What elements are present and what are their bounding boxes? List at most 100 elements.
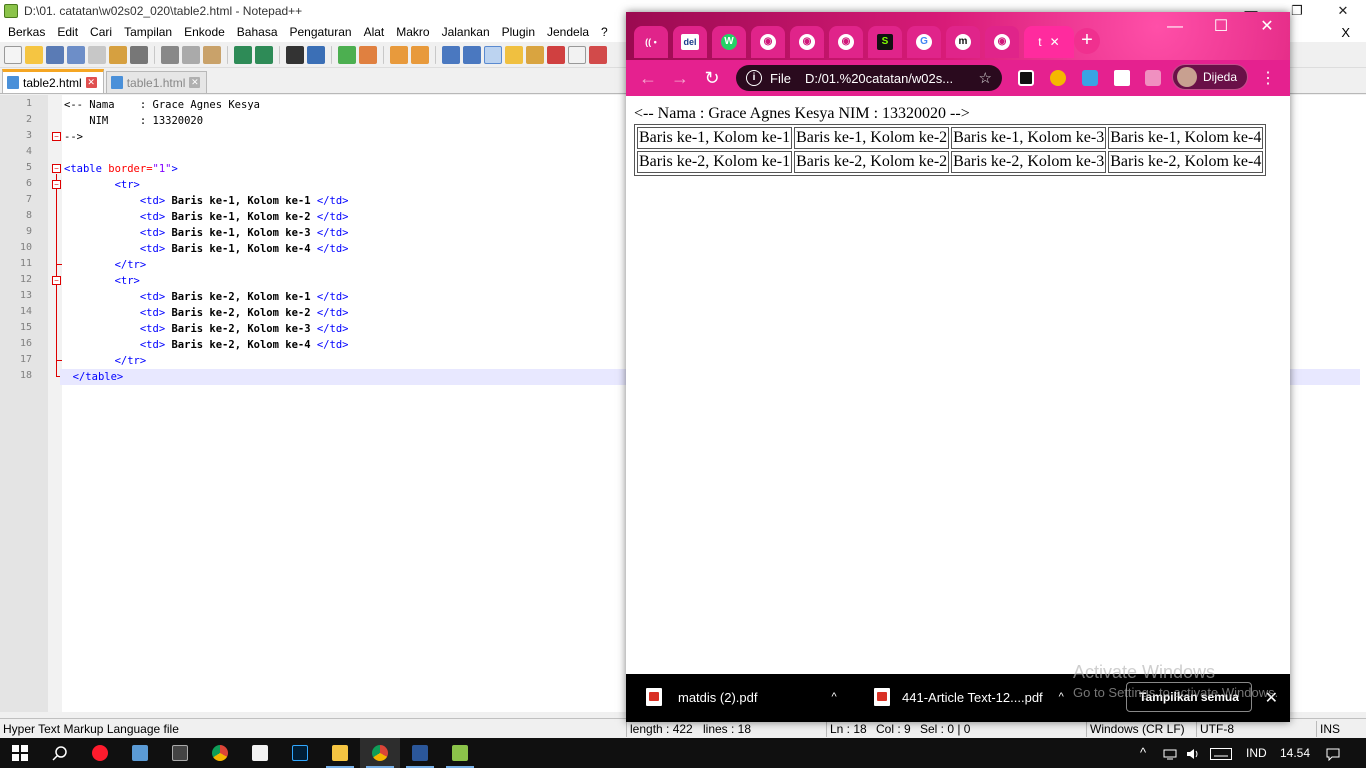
extensions-puzzle-icon[interactable]: [1114, 70, 1130, 86]
browser-tab[interactable]: del: [673, 26, 707, 58]
taskbar-chrome-running[interactable]: [360, 738, 400, 768]
search-button[interactable]: [40, 738, 80, 768]
zoom-out-icon[interactable]: [359, 45, 377, 64]
fold-collapse-icon[interactable]: −: [52, 180, 61, 189]
clock[interactable]: 14.54: [1280, 738, 1310, 768]
close-tab-icon[interactable]: ✕: [1050, 35, 1060, 49]
chrome-minimize-button[interactable]: —: [1152, 12, 1198, 42]
zoom-in-icon[interactable]: [338, 45, 356, 64]
taskbar-opera[interactable]: [80, 738, 120, 768]
browser-tab[interactable]: ◉: [985, 26, 1019, 58]
menu-makro[interactable]: Makro: [390, 25, 435, 39]
menu-plugin[interactable]: Plugin: [496, 25, 541, 39]
browser-tab[interactable]: (( •: [634, 26, 668, 58]
cut-icon[interactable]: [161, 45, 179, 64]
chrome-menu-icon[interactable]: ⋮: [1260, 68, 1276, 88]
sync-vertical-icon[interactable]: [390, 45, 408, 64]
menu-jendela[interactable]: Jendela: [541, 25, 595, 39]
menu-alat[interactable]: Alat: [358, 25, 391, 39]
video-extension-icon[interactable]: [1082, 70, 1098, 86]
browser-tab[interactable]: ◉: [829, 26, 863, 58]
reload-button[interactable]: ↻: [696, 68, 728, 89]
close-tab-icon[interactable]: ✕: [85, 77, 97, 88]
browser-tab[interactable]: S: [868, 26, 902, 58]
menu-help[interactable]: ?: [595, 25, 614, 39]
open-file-icon[interactable]: [25, 45, 43, 64]
taskbar-notepadpp[interactable]: [440, 738, 480, 768]
address-bar[interactable]: i File D:/01.%20catatan/w02s... ☆: [736, 65, 1002, 91]
taskbar-chrome[interactable]: [200, 738, 240, 768]
taskbar-camera[interactable]: [160, 738, 200, 768]
taskbar-store[interactable]: [120, 738, 160, 768]
close-all-icon[interactable]: [109, 45, 127, 64]
bookmark-star-icon[interactable]: ☆: [979, 69, 992, 87]
folder-workspace-icon[interactable]: [547, 45, 565, 64]
save-all-icon[interactable]: [67, 45, 85, 64]
show-all-chars-icon[interactable]: [463, 45, 481, 64]
menu-jalankan[interactable]: Jalankan: [436, 25, 496, 39]
chrome-maximize-button[interactable]: ☐: [1198, 12, 1244, 42]
download-item[interactable]: matdis (2).pdf ^: [646, 688, 837, 706]
close-download-shelf-icon[interactable]: ✕: [1265, 688, 1278, 708]
site-info-icon[interactable]: i: [746, 70, 762, 86]
close-tab-icon[interactable]: ✕: [189, 77, 201, 88]
browser-tab[interactable]: W: [712, 26, 746, 58]
new-file-icon[interactable]: [4, 45, 22, 64]
file-tab-table1[interactable]: table1.html ✕: [105, 71, 208, 93]
taskbar-file-explorer[interactable]: [320, 738, 360, 768]
fold-collapse-icon[interactable]: −: [52, 164, 61, 173]
download-item[interactable]: 441-Article Text-12....pdf ^: [874, 688, 1064, 706]
color-extension-icon[interactable]: [1050, 70, 1066, 86]
paste-icon[interactable]: [203, 45, 221, 64]
browser-tab[interactable]: ◉: [751, 26, 785, 58]
monitoring-icon[interactable]: [568, 45, 586, 64]
browser-tab[interactable]: G: [907, 26, 941, 58]
menu-close-document-button[interactable]: X: [1335, 25, 1356, 40]
download-options-chevron-icon[interactable]: ^: [1059, 691, 1064, 703]
forward-button[interactable]: →: [664, 68, 696, 89]
function-list-icon[interactable]: [526, 45, 544, 64]
doc-map-icon[interactable]: [505, 45, 523, 64]
menu-tampilan[interactable]: Tampilan: [118, 25, 178, 39]
sync-horizontal-icon[interactable]: [411, 45, 429, 64]
find-icon[interactable]: [286, 45, 304, 64]
menu-enkode[interactable]: Enkode: [178, 25, 231, 39]
copy-icon[interactable]: [182, 45, 200, 64]
notification-icon[interactable]: [1326, 738, 1346, 768]
save-icon[interactable]: [46, 45, 64, 64]
close-file-icon[interactable]: [88, 45, 106, 64]
menu-berkas[interactable]: Berkas: [2, 25, 51, 39]
notepad-close-button[interactable]: ✕: [1320, 0, 1366, 22]
print-icon[interactable]: [130, 45, 148, 64]
undo-icon[interactable]: [234, 45, 252, 64]
new-tab-button[interactable]: +: [1074, 28, 1100, 54]
start-button[interactable]: [0, 738, 40, 768]
language-indicator[interactable]: IND: [1246, 738, 1267, 768]
tray-overflow-chevron-icon[interactable]: ^: [1140, 738, 1146, 768]
fold-collapse-icon[interactable]: −: [52, 132, 61, 141]
taskbar-photoshop[interactable]: [280, 738, 320, 768]
taskbar-word[interactable]: [400, 738, 440, 768]
chrome-close-button[interactable]: ✕: [1244, 12, 1290, 42]
show-all-downloads-button[interactable]: Tampilkan semua: [1126, 682, 1252, 712]
screen-recorder-extension-icon[interactable]: [1018, 70, 1034, 86]
menu-cari[interactable]: Cari: [84, 25, 118, 39]
network-icon[interactable]: [1163, 738, 1177, 768]
word-wrap-icon[interactable]: [442, 45, 460, 64]
menu-edit[interactable]: Edit: [51, 25, 84, 39]
keyboard-icon[interactable]: [1210, 738, 1232, 768]
redo-icon[interactable]: [255, 45, 273, 64]
file-tab-table2[interactable]: table2.html ✕: [2, 69, 104, 93]
browser-tab-active[interactable]: t ✕: [1024, 26, 1074, 58]
record-macro-icon[interactable]: [589, 45, 607, 64]
menu-bahasa[interactable]: Bahasa: [231, 25, 284, 39]
indent-guide-icon[interactable]: [484, 45, 502, 64]
fold-collapse-icon[interactable]: −: [52, 276, 61, 285]
taskbar-photos[interactable]: [240, 738, 280, 768]
back-button[interactable]: ←: [632, 68, 664, 89]
profile-button[interactable]: Dijeda: [1172, 64, 1248, 90]
media-queue-icon[interactable]: [1145, 70, 1161, 86]
download-options-chevron-icon[interactable]: ^: [831, 691, 836, 703]
browser-tab[interactable]: m: [946, 26, 980, 58]
volume-icon[interactable]: [1186, 738, 1200, 768]
